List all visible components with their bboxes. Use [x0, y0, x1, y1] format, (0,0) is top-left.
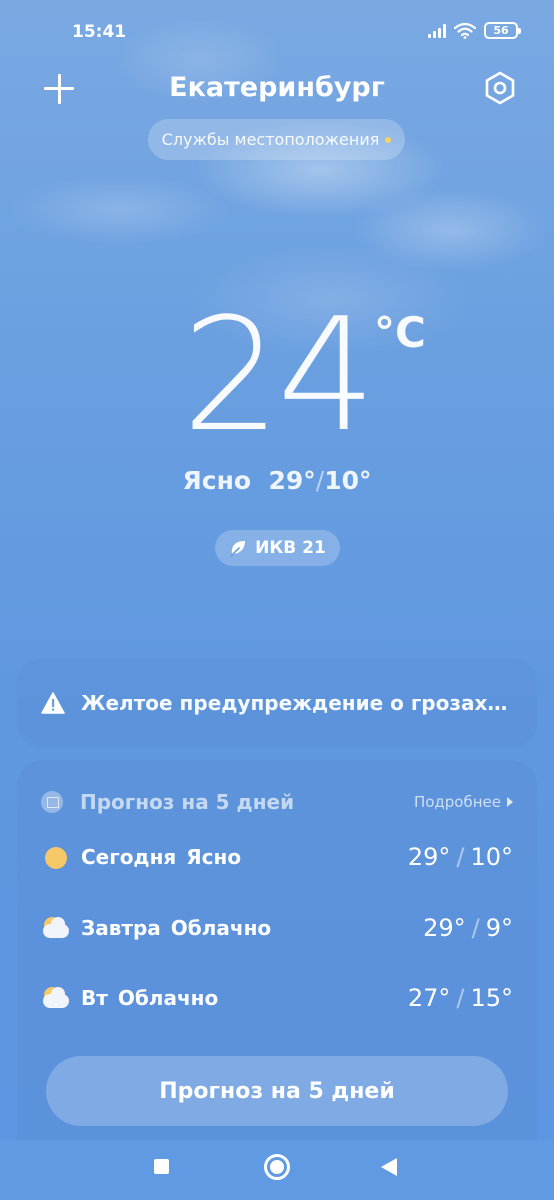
warning-icon	[41, 692, 65, 714]
chevron-right-icon	[507, 797, 513, 807]
temperature-unit: °C	[374, 308, 426, 357]
high-temp: 29°	[268, 466, 316, 495]
temperature-value: 24	[181, 284, 377, 466]
condition-text: Ясно	[182, 466, 252, 495]
settings-hexagon-icon[interactable]	[482, 70, 518, 106]
forecast-temps: 29°/9°	[423, 914, 513, 942]
wifi-icon	[454, 22, 476, 39]
forecast-day: Завтра	[81, 916, 161, 940]
calendar-icon	[41, 791, 63, 813]
forecast-card: Прогноз на 5 дней Подробнее Сегодня Ясно…	[17, 760, 537, 1140]
forecast-temps: 29°/10°	[407, 843, 513, 871]
forecast-condition: Облачно	[170, 916, 272, 940]
forecast-low: 15°	[470, 984, 513, 1012]
forecast-high: 27°	[407, 984, 451, 1012]
recents-icon[interactable]	[154, 1159, 169, 1174]
forecast-high: 29°	[407, 843, 451, 871]
aqi-label: ИКВ 21	[255, 538, 326, 558]
status-icons: 56	[428, 22, 521, 39]
forecast-temps: 27°/15°	[407, 984, 513, 1012]
forecast-condition: Ясно	[186, 845, 242, 869]
battery-icon: 56	[484, 22, 521, 39]
forecast-more-link[interactable]: Подробнее	[414, 793, 513, 811]
system-nav-bar	[0, 1140, 554, 1200]
forecast-row[interactable]: Вт Облачно 27°/15°	[41, 981, 513, 1015]
location-services-button[interactable]: Службы местоположения	[148, 119, 405, 160]
weather-alert-card[interactable]: Желтое предупреждение о грозах: Ж...	[17, 658, 537, 748]
forecast-title: Прогноз на 5 дней	[80, 790, 295, 814]
sun-icon	[41, 844, 71, 870]
forecast-low: 9°	[485, 914, 513, 942]
forecast-row[interactable]: Сегодня Ясно 29°/10°	[41, 840, 513, 874]
status-bar: 15:41 56	[0, 0, 554, 62]
signal-icon	[428, 23, 446, 38]
alert-text: Желтое предупреждение о грозах: Ж...	[81, 691, 511, 715]
forecast-row[interactable]: Завтра Облачно 29°/9°	[41, 911, 513, 945]
temp-separator: /	[315, 466, 325, 495]
city-title: Екатеринбург	[169, 72, 385, 103]
low-temp: 10°	[324, 466, 372, 495]
location-services-label: Службы местоположения	[161, 130, 380, 149]
status-time: 15:41	[72, 22, 127, 42]
aqi-button[interactable]: ИКВ 21	[215, 530, 340, 566]
back-icon[interactable]	[381, 1158, 397, 1176]
forecast-more-label: Подробнее	[413, 793, 501, 811]
partly-cloudy-icon	[41, 985, 71, 1011]
current-condition: Ясно 29°/10°	[0, 466, 554, 495]
current-temperature: 24 °C	[0, 290, 554, 460]
leaf-icon	[230, 541, 246, 557]
forecast-header: Прогноз на 5 дней Подробнее	[41, 788, 513, 816]
location-status-dot	[385, 136, 392, 143]
forecast-day: Вт	[81, 986, 108, 1010]
forecast-condition: Облачно	[117, 986, 219, 1010]
forecast-day: Сегодня	[81, 845, 177, 869]
home-icon[interactable]	[264, 1154, 290, 1180]
forecast-high: 29°	[423, 914, 466, 942]
five-day-forecast-button[interactable]: Прогноз на 5 дней	[46, 1056, 508, 1126]
forecast-low: 10°	[470, 843, 513, 871]
partly-cloudy-icon	[41, 915, 71, 941]
